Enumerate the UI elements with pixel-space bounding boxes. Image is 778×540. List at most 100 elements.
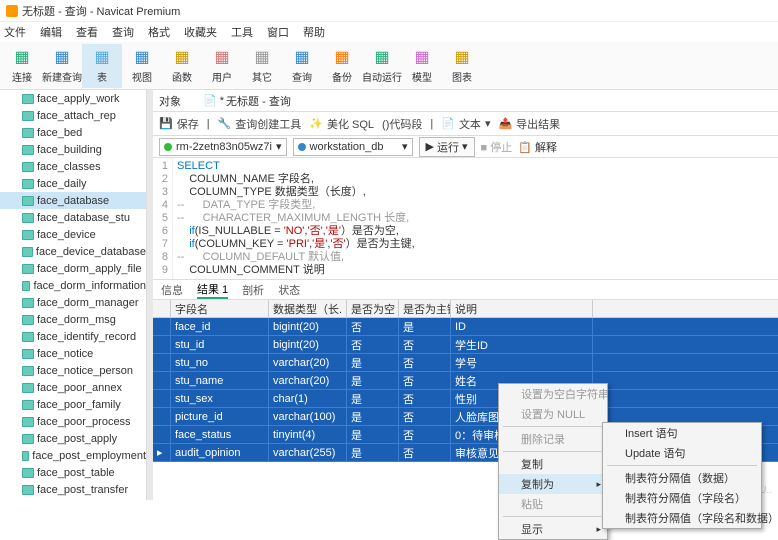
menu-item[interactable]: Update 语句 [603,443,761,463]
menu-item[interactable]: Insert 语句 [603,423,761,443]
tree-item[interactable]: face_post_table [0,464,146,481]
menu-item: 设置为 NULL [499,404,607,424]
save-button[interactable]: 💾 保存 [159,116,199,132]
table-row[interactable]: stu_sexchar(1)是否性别 [153,390,778,408]
toolbar-视图[interactable]: ▦视图 [122,44,162,88]
export-button[interactable]: 📤 导出结果 [498,116,560,132]
result-tabs: 信息结果 1 剖析状态 [153,280,778,300]
toolbar-查询[interactable]: ▦查询 [282,44,322,88]
tree-item[interactable]: face_database [0,192,146,209]
result-tab[interactable]: 信息 [161,282,183,298]
tab-query[interactable]: 📄 * 无标题 - 查询 [203,93,291,109]
tree-item[interactable]: face_bed [0,124,146,141]
workspace-tabs: 对象 📄 * 无标题 - 查询 [153,90,778,112]
menu-收藏夹[interactable]: 收藏夹 [184,24,217,40]
menu-item: 粘贴 [499,494,607,514]
table-icon [22,451,29,461]
menu-item[interactable]: 复制为 [499,474,607,494]
menu-item[interactable]: 制表符分隔值（数据） [603,468,761,488]
menu-查询[interactable]: 查询 [112,24,134,40]
table-row[interactable]: stu_novarchar(20)是否学号 [153,354,778,372]
tree-item[interactable]: face_classes [0,158,146,175]
menu-查看[interactable]: 查看 [76,24,98,40]
column-header[interactable]: 数据类型（长. [269,300,347,317]
table-icon [22,366,34,376]
grid-header: 字段名数据类型（长.是否为空是否为主键说明 [153,300,778,318]
menu-item: 删除记录 [499,429,607,449]
tree-item[interactable]: face_post_employment [0,447,146,464]
toolbar-备份[interactable]: ▦备份 [322,44,362,88]
toolbar-表[interactable]: ▦表 [82,44,122,88]
toolbar-模型[interactable]: ▦模型 [402,44,442,88]
tree-item[interactable]: face_notice [0,345,146,362]
context-menu[interactable]: 设置为空白字符串设置为 NULL删除记录复制复制为粘贴显示 [498,383,608,540]
context-submenu-copyas[interactable]: Insert 语句Update 语句制表符分隔值（数据）制表符分隔值（字段名）制… [602,422,762,529]
result-tab[interactable]: 结果 1 [197,281,228,299]
table-icon [22,128,34,138]
menu-bar: 文件编辑查看查询格式收藏夹工具窗口帮助 [0,22,778,42]
column-header[interactable] [153,300,171,317]
column-header[interactable]: 是否为主键 [399,300,451,317]
tree-item[interactable]: face_daily [0,175,146,192]
tree-item[interactable]: face_database_stu [0,209,146,226]
menu-窗口[interactable]: 窗口 [267,24,289,40]
tree-item[interactable]: face_attach_rep [0,107,146,124]
column-header[interactable]: 说明 [451,300,593,317]
tree-item[interactable]: face_poor_family [0,396,146,413]
toolbar-用户[interactable]: ▦用户 [202,44,242,88]
tree-item[interactable]: face_apply_work [0,90,146,107]
table-icon [22,162,34,172]
menu-item[interactable]: 复制 [499,454,607,474]
tree-item[interactable]: face_dorm_information [0,277,146,294]
sql-editor[interactable]: 123456789 SELECT COLUMN_NAME 字段名, COLUMN… [153,158,778,280]
result-tab[interactable]: 状态 [278,282,300,298]
table-row[interactable]: stu_namevarchar(20)是否姓名 [153,372,778,390]
tree-item[interactable]: face_dorm_manager [0,294,146,311]
table-icon [22,230,34,240]
tree-item[interactable]: face_building [0,141,146,158]
tree-item[interactable]: face_poor_annex [0,379,146,396]
tree-item[interactable]: face_poor_process [0,413,146,430]
toolbar-连接[interactable]: ▦连接 [2,44,42,88]
menu-item[interactable]: 制表符分隔值（字段名和数据） [603,508,761,528]
query-builder-button[interactable]: 🔧 查询创建工具 [218,116,302,132]
toolbar-图表[interactable]: ▦图表 [442,44,482,88]
tree-item[interactable]: face_notice_person [0,362,146,379]
tree-item[interactable]: face_identify_record [0,328,146,345]
object-tree[interactable]: face_apply_workface_attach_repface_bedfa… [0,90,147,500]
tree-item[interactable]: face_dorm_msg [0,311,146,328]
menu-工具[interactable]: 工具 [231,24,253,40]
column-header[interactable]: 是否为空 [347,300,399,317]
server-select[interactable]: rm-2zetn83n05wz7i▾ [159,138,287,156]
toolbar-自动运行[interactable]: ▦自动运行 [362,44,402,88]
menu-item[interactable]: 显示 [499,519,607,539]
menu-帮助[interactable]: 帮助 [303,24,325,40]
tree-item[interactable]: face_dorm_apply_file [0,260,146,277]
table-icon [22,332,34,342]
tree-item[interactable]: face_device_database [0,243,146,260]
toolbar-新建查询[interactable]: ▦新建查询 [42,44,82,88]
tree-item[interactable]: face_post_transfer [0,481,146,498]
explain-button[interactable]: 📋 解释 [518,139,557,155]
tree-item[interactable]: face_post_apply [0,430,146,447]
menu-格式[interactable]: 格式 [148,24,170,40]
menu-文件[interactable]: 文件 [4,24,26,40]
column-header[interactable]: 字段名 [171,300,269,317]
snippet-button[interactable]: ()代码段 [382,116,422,132]
toolbar-其它[interactable]: ▦其它 [242,44,282,88]
tree-item[interactable]: face_device [0,226,146,243]
database-select[interactable]: workstation_db▾ [293,138,413,156]
result-tab[interactable]: 剖析 [242,282,264,298]
table-row[interactable]: face_idbigint(20)否是ID [153,318,778,336]
beautify-button[interactable]: ✨ 美化 SQL [309,116,374,132]
toolbar-函数[interactable]: ▦函数 [162,44,202,88]
menu-item[interactable]: 制表符分隔值（字段名） [603,488,761,508]
connection-bar: rm-2zetn83n05wz7i▾ workstation_db▾ ▶ 运行 … [153,136,778,158]
window-title: 无标题 - 查询 - Navicat Premium [22,3,180,19]
table-row[interactable]: stu_idbigint(20)否否学生ID [153,336,778,354]
tab-objects[interactable]: 对象 [159,93,181,109]
text-button[interactable]: 📄 文本 ▾ [441,116,490,132]
table-icon [22,417,34,427]
menu-编辑[interactable]: 编辑 [40,24,62,40]
run-button[interactable]: ▶ 运行 ▾ [419,137,475,157]
